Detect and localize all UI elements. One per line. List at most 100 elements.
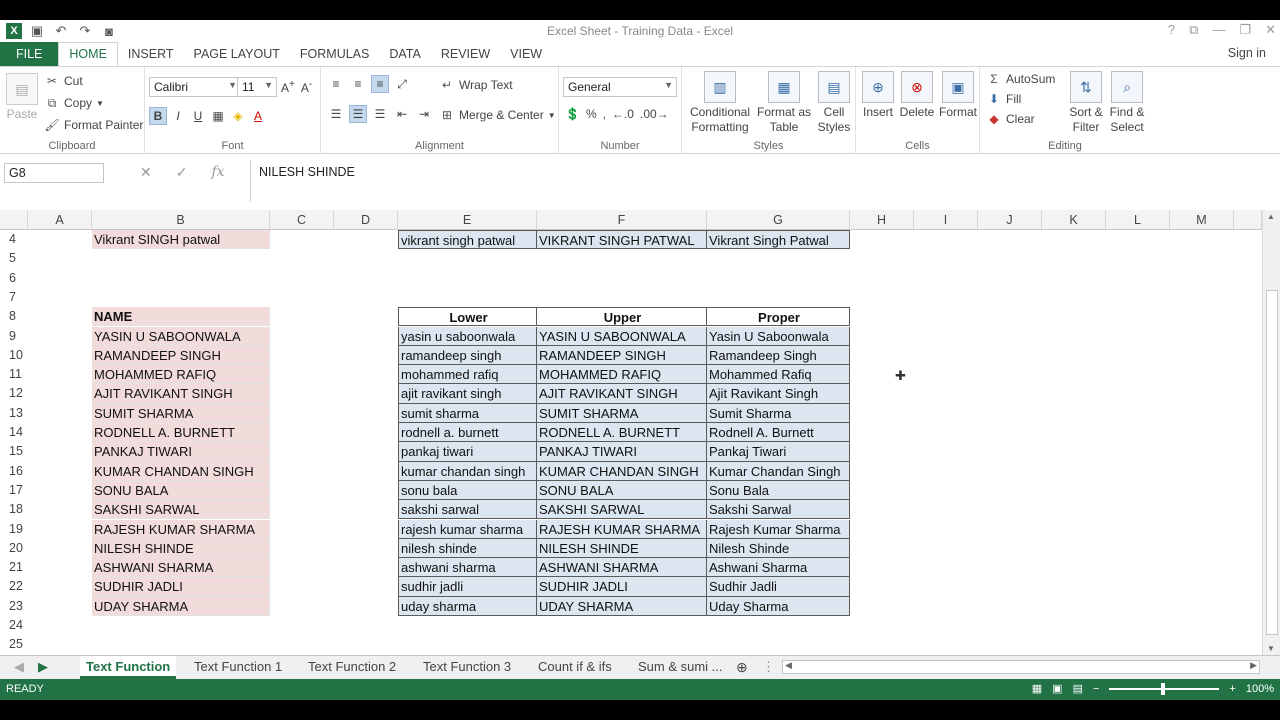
row-header[interactable]: 23: [0, 596, 28, 616]
cell-e8-lower-header[interactable]: Lower: [398, 307, 537, 327]
paste-button[interactable]: ▤ Paste: [6, 73, 38, 122]
minimize-icon[interactable]: —: [1212, 22, 1225, 38]
row-header[interactable]: 19: [0, 519, 28, 539]
increase-indent-icon[interactable]: ⇥: [415, 105, 433, 123]
cell-g-name[interactable]: Mohammed Rafiq: [707, 365, 850, 385]
column-header-g[interactable]: G: [707, 210, 850, 230]
comma-icon[interactable]: ,: [603, 107, 606, 121]
sort-filter-button[interactable]: ⇅ Sort & Filter: [1066, 71, 1106, 135]
autosum-button[interactable]: Σ AutoSum: [986, 71, 1055, 87]
tab-review[interactable]: REVIEW: [431, 42, 500, 66]
cell-b-name[interactable]: RAMANDEEP SINGH: [92, 345, 270, 366]
cell-g-name[interactable]: Uday Sharma: [707, 596, 850, 616]
row-header[interactable]: 18: [0, 500, 28, 520]
cell-b-name[interactable]: RAJESH KUMAR SHARMA: [92, 519, 270, 539]
cell-f-name[interactable]: PANKAJ TIWARI: [537, 442, 707, 462]
cell-f-name[interactable]: NILESH SHINDE: [537, 538, 707, 559]
cell-e-name[interactable]: sakshi sarwal: [398, 500, 537, 520]
find-select-button[interactable]: ⌕ Find & Select: [1106, 71, 1148, 135]
cell-g4[interactable]: Vikrant Singh Patwal: [707, 230, 850, 250]
cell-e-name[interactable]: sumit sharma: [398, 403, 537, 423]
tab-view[interactable]: VIEW: [500, 42, 552, 66]
formula-input[interactable]: NILESH SHINDE: [250, 160, 1260, 202]
column-header-j[interactable]: J: [978, 210, 1042, 230]
cell-g-name[interactable]: Nilesh Shinde: [707, 538, 850, 559]
font-name-select[interactable]: Calibri ▼: [149, 77, 241, 97]
underline-button[interactable]: U: [189, 107, 207, 125]
cell-g-name[interactable]: Ramandeep Singh: [707, 345, 850, 366]
row-header[interactable]: 5: [0, 249, 28, 269]
select-all-corner[interactable]: [0, 210, 28, 230]
sheet-tab-text-function-3[interactable]: Text Function 3: [423, 656, 511, 679]
cell-b-name[interactable]: RODNELL A. BURNETT: [92, 423, 270, 443]
row-header[interactable]: 20: [0, 538, 28, 559]
cell-e-name[interactable]: nilesh shinde: [398, 538, 537, 559]
row-header[interactable]: 25: [0, 635, 28, 655]
row-header[interactable]: 24: [0, 616, 28, 636]
name-box[interactable]: G8: [4, 163, 104, 183]
cell-e-name[interactable]: sonu bala: [398, 480, 537, 501]
zoom-in-icon[interactable]: +: [1229, 683, 1235, 695]
tab-home[interactable]: HOME: [58, 41, 118, 67]
tab-insert[interactable]: INSERT: [118, 42, 184, 66]
page-break-view-icon[interactable]: ▤: [1073, 682, 1083, 695]
copy-button[interactable]: ⧉ Copy ▼: [44, 95, 104, 111]
row-header[interactable]: 8: [0, 307, 28, 327]
scroll-up-icon[interactable]: ▲: [1267, 212, 1275, 221]
zoom-slider-handle[interactable]: [1161, 682, 1166, 695]
tab-page-layout[interactable]: PAGE LAYOUT: [184, 42, 290, 66]
cell-g-name[interactable]: Sumit Sharma: [707, 403, 850, 423]
column-header-e[interactable]: E: [398, 210, 537, 230]
cell-b-name[interactable]: SONU BALA: [92, 480, 270, 501]
bold-button[interactable]: B: [149, 107, 167, 125]
cell-e-name[interactable]: mohammed rafiq: [398, 365, 537, 385]
tab-data[interactable]: DATA: [379, 42, 430, 66]
font-color-icon[interactable]: A: [249, 107, 267, 125]
cell-e-name[interactable]: ajit ravikant singh: [398, 384, 537, 404]
column-header-f[interactable]: F: [537, 210, 707, 230]
zoom-level[interactable]: 100%: [1246, 683, 1274, 695]
italic-button[interactable]: I: [169, 107, 187, 125]
cell-b8-name-header[interactable]: NAME: [92, 307, 270, 327]
close-icon[interactable]: ✕: [1265, 22, 1276, 38]
cell-f-name[interactable]: UDAY SHARMA: [537, 596, 707, 616]
sheet-tab-text-function[interactable]: Text Function: [80, 656, 177, 679]
cell-e-name[interactable]: uday sharma: [398, 596, 537, 616]
cell-e4[interactable]: vikrant singh patwal: [398, 230, 537, 250]
cell-f-name[interactable]: ASHWANI SHARMA: [537, 558, 707, 578]
help-icon[interactable]: ?: [1168, 22, 1175, 38]
scroll-thumb[interactable]: [1266, 290, 1278, 635]
cell-e-name[interactable]: rajesh kumar sharma: [398, 519, 537, 539]
align-center-icon[interactable]: ☰: [349, 105, 367, 123]
cell-e-name[interactable]: yasin u saboonwala: [398, 326, 537, 346]
cell-f-name[interactable]: RAMANDEEP SINGH: [537, 345, 707, 366]
clear-button[interactable]: ◆ Clear: [986, 111, 1034, 127]
align-left-icon[interactable]: ☰: [327, 105, 345, 123]
merge-center-button[interactable]: ⊞ Merge & Center ▼: [439, 107, 556, 123]
row-header[interactable]: 11: [0, 365, 28, 385]
enter-icon[interactable]: ✓: [176, 164, 188, 181]
cell-g-name[interactable]: Sakshi Sarwal: [707, 500, 850, 520]
cell-f-name[interactable]: YASIN U SABOONWALA: [537, 326, 707, 346]
wrap-text-button[interactable]: ↵ Wrap Text: [439, 77, 513, 93]
cell-g-name[interactable]: Sudhir Jadli: [707, 577, 850, 597]
cell-g-name[interactable]: Kumar Chandan Singh: [707, 461, 850, 481]
cell-e-name[interactable]: rodnell a. burnett: [398, 423, 537, 443]
column-header-l[interactable]: L: [1106, 210, 1170, 230]
cell-e-name[interactable]: ramandeep singh: [398, 345, 537, 366]
orientation-icon[interactable]: ⤢: [393, 75, 411, 93]
cell-e-name[interactable]: sudhir jadli: [398, 577, 537, 597]
cell-f-name[interactable]: MOHAMMED RAFIQ: [537, 365, 707, 385]
increase-decimal-icon[interactable]: ←.0: [612, 107, 634, 121]
restore-icon[interactable]: ❐: [1239, 22, 1251, 38]
horizontal-scrollbar[interactable]: ◀ ▶: [782, 660, 1260, 674]
font-size-select[interactable]: 11 ▼: [237, 77, 277, 97]
column-header-h[interactable]: H: [850, 210, 914, 230]
column-header-a[interactable]: A: [28, 210, 92, 230]
zoom-slider[interactable]: [1109, 682, 1220, 695]
cell-f8-upper-header[interactable]: Upper: [537, 307, 707, 327]
format-as-table-button[interactable]: ▦ Format as Table: [756, 71, 812, 135]
grow-font-icon[interactable]: A+: [281, 79, 295, 95]
scroll-down-icon[interactable]: ▼: [1267, 644, 1275, 653]
insert-function-icon[interactable]: fx: [211, 164, 224, 181]
